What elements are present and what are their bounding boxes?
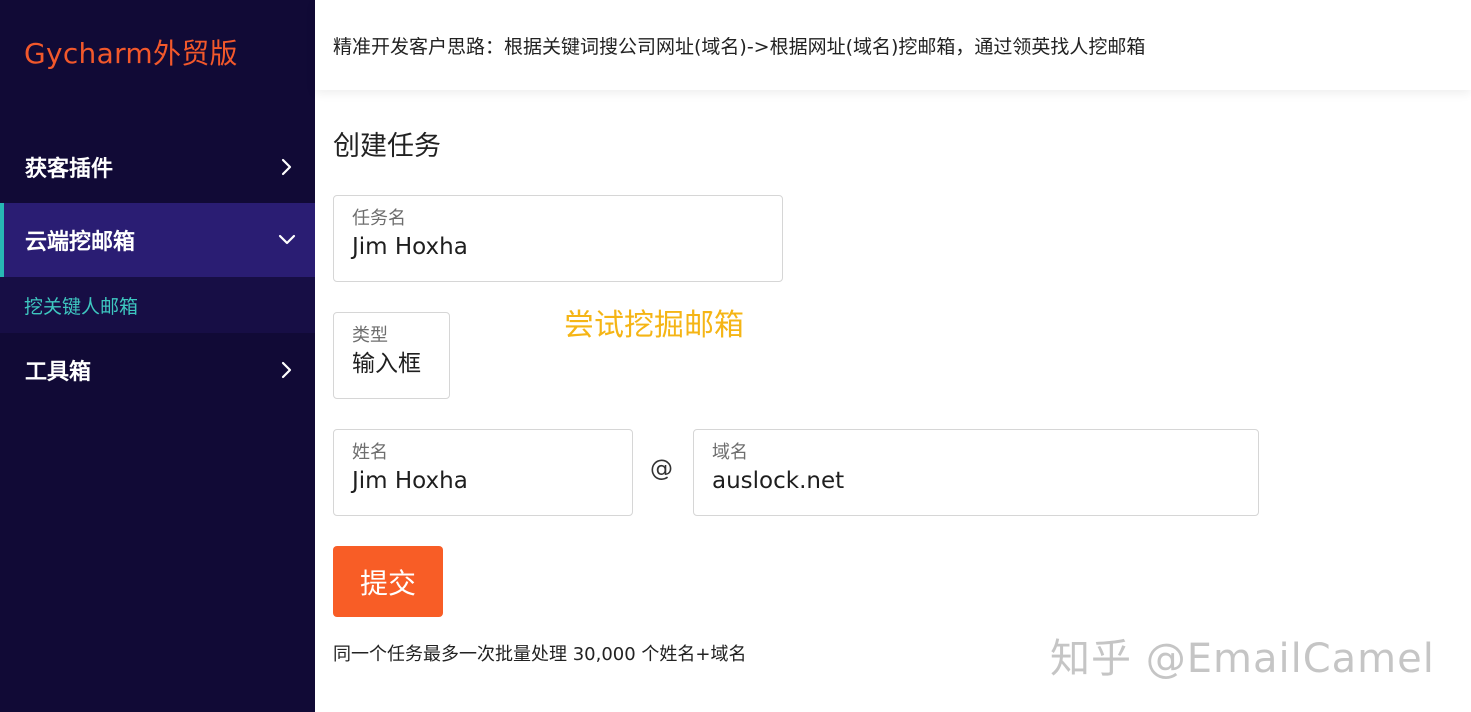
task-name-label: 任务名 (352, 208, 406, 229)
person-name-input[interactable]: Jim Hoxha (352, 465, 614, 497)
page-title: 创建任务 (333, 131, 441, 162)
chevron-right-icon (259, 130, 315, 204)
at-symbol: @ (650, 456, 673, 482)
domain-label: 域名 (712, 442, 748, 463)
type-value[interactable]: 输入框 (352, 348, 431, 380)
domain-field[interactable]: 域名 auslock.net (693, 429, 1259, 516)
main-content (315, 90, 1471, 712)
submit-button[interactable]: 提交 (333, 546, 443, 617)
domain-input[interactable]: auslock.net (712, 465, 1240, 497)
sidebar-item-toolbox[interactable]: 工具箱 (0, 333, 315, 407)
brand-logo[interactable]: Gycharm外贸版 (24, 32, 238, 72)
sidebar-item-cloud-email-mining[interactable]: 云端挖邮箱 (0, 203, 315, 277)
sidebar-item-label: 工具箱 (25, 360, 92, 385)
type-select[interactable]: 类型 输入框 (333, 312, 450, 399)
chevron-right-icon (259, 333, 315, 407)
sidebar-item-lead-plugins[interactable]: 获客插件 (0, 130, 315, 204)
task-name-field[interactable]: 任务名 Jim Hoxha (333, 195, 783, 282)
sidebar: Gycharm外贸版 获客插件 云端挖邮箱 挖关键人邮箱 工具箱 (0, 0, 315, 712)
person-name-label: 姓名 (352, 442, 388, 463)
person-name-field[interactable]: 姓名 Jim Hoxha (333, 429, 633, 516)
top-bar-tip: 精准开发客户思路：根据关键词搜公司网址(域名)->根据网址(域名)挖邮箱，通过领… (333, 36, 1146, 58)
watermark: 知乎 @EmailCamel (1050, 636, 1435, 682)
top-bar: 精准开发客户思路：根据关键词搜公司网址(域名)->根据网址(域名)挖邮箱，通过领… (315, 0, 1471, 90)
type-label: 类型 (352, 325, 388, 346)
sidebar-item-label: 获客插件 (25, 157, 114, 182)
task-name-input[interactable]: Jim Hoxha (352, 231, 764, 263)
sidebar-item-label: 云端挖邮箱 (25, 230, 136, 255)
batch-limit-note: 同一个任务最多一次批量处理 30,000 个姓名+域名 (333, 644, 747, 665)
hint-text: 尝试挖掘邮箱 (564, 308, 744, 343)
sidebar-subitem-key-person-email[interactable]: 挖关键人邮箱 (0, 277, 315, 333)
chevron-down-icon (259, 203, 315, 277)
